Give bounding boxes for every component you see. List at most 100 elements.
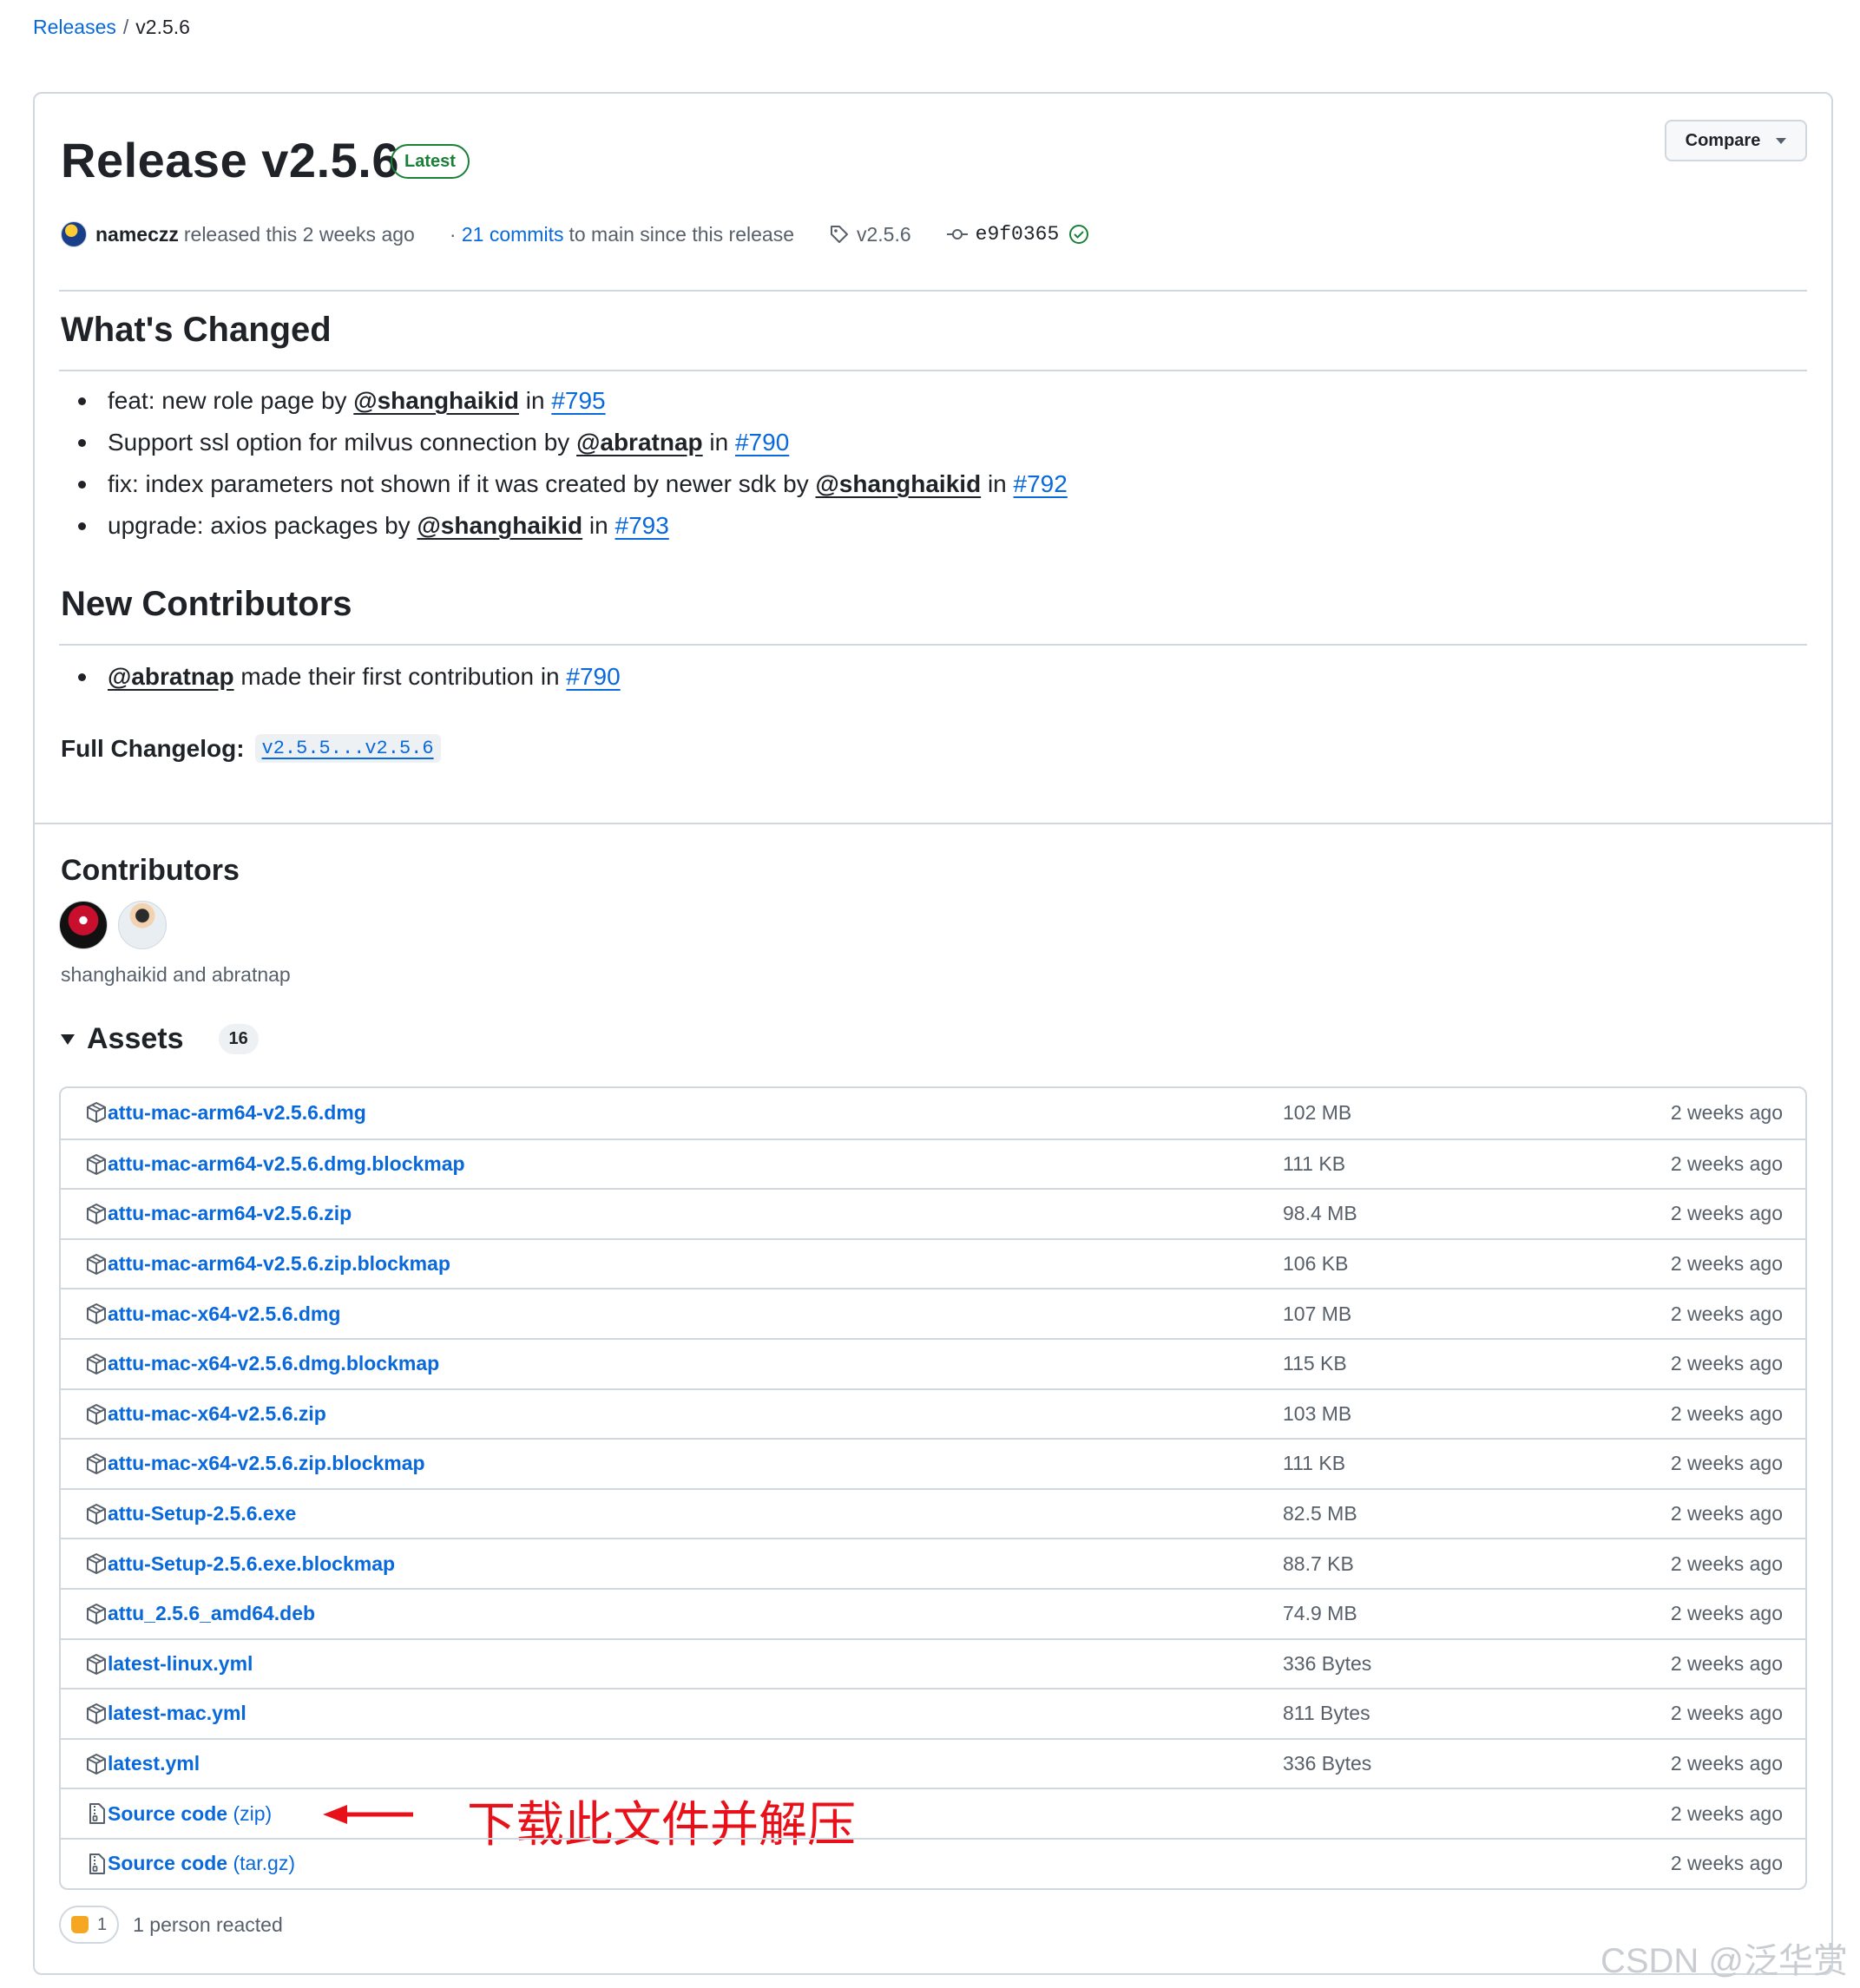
asset-size: 115 KB bbox=[1283, 1352, 1347, 1375]
asset-date: 2 weeks ago bbox=[1670, 1552, 1783, 1575]
asset-row: attu-Setup-2.5.6.exe 82.5 MB 2 weeks ago bbox=[61, 1487, 1805, 1539]
mention-link[interactable]: @abratnap bbox=[108, 663, 234, 690]
list-item: Support ssl option for milvus connection… bbox=[61, 422, 1068, 463]
author-link[interactable]: nameczz bbox=[95, 223, 179, 246]
whats-changed-list: feat: new role page by @shanghaikid in #… bbox=[61, 380, 1068, 547]
asset-link[interactable]: attu-mac-x64-v2.5.6.zip.blockmap bbox=[108, 1452, 425, 1475]
changelog-compare-link[interactable]: v2.5.5...v2.5.6 bbox=[254, 734, 441, 763]
asset-link-source-zip[interactable]: Source code (zip) bbox=[108, 1802, 272, 1826]
package-icon bbox=[87, 1653, 106, 1675]
check-circle-icon bbox=[1069, 225, 1089, 244]
breadcrumb: Releases / v2.5.6 bbox=[33, 16, 190, 39]
chevron-down-icon bbox=[1776, 137, 1787, 144]
asset-link[interactable]: attu-mac-arm64-v2.5.6.dmg bbox=[108, 1101, 366, 1125]
thumbs-up-reaction-button[interactable]: 1 bbox=[59, 1906, 120, 1944]
issue-link[interactable]: #792 bbox=[1014, 470, 1068, 497]
asset-size: 106 KB bbox=[1283, 1252, 1349, 1276]
whats-changed-divider bbox=[59, 370, 1807, 371]
asset-link[interactable]: attu-mac-x64-v2.5.6.dmg.blockmap bbox=[108, 1352, 439, 1375]
issue-link[interactable]: #795 bbox=[551, 387, 605, 414]
asset-size: 107 MB bbox=[1283, 1302, 1352, 1325]
package-icon bbox=[87, 1553, 106, 1575]
contributors-avatars bbox=[59, 901, 167, 949]
asset-row: attu-mac-arm64-v2.5.6.dmg.blockmap 111 KB… bbox=[61, 1138, 1805, 1189]
change-text: upgrade: axios packages by bbox=[108, 512, 411, 539]
issue-link[interactable]: #790 bbox=[735, 429, 789, 456]
asset-size: 74.9 MB bbox=[1283, 1602, 1357, 1625]
issue-link[interactable]: #793 bbox=[615, 512, 669, 539]
asset-link[interactable]: attu-mac-arm64-v2.5.6.dmg.blockmap bbox=[108, 1152, 465, 1176]
change-text: fix: index parameters not shown if it wa… bbox=[108, 470, 809, 497]
asset-size: 82.5 MB bbox=[1283, 1502, 1357, 1525]
asset-size: 98.4 MB bbox=[1283, 1202, 1357, 1225]
mention-link[interactable]: @abratnap bbox=[576, 429, 703, 456]
file-zip-icon bbox=[89, 1853, 105, 1874]
mention-link[interactable]: @shanghaikid bbox=[353, 387, 519, 414]
asset-link[interactable]: latest.yml bbox=[108, 1752, 200, 1775]
package-icon bbox=[87, 1253, 106, 1275]
commits-dot: · bbox=[449, 222, 462, 246]
assets-toggle[interactable]: Assets 16 bbox=[61, 1022, 259, 1056]
asset-link[interactable]: attu-Setup-2.5.6.exe.blockmap bbox=[108, 1552, 395, 1576]
list-item: fix: index parameters not shown if it wa… bbox=[61, 463, 1068, 505]
changelog-label: Full Changelog: bbox=[61, 734, 245, 762]
in-text: in bbox=[525, 387, 545, 414]
author-avatar[interactable] bbox=[61, 221, 87, 247]
contributors-names: shanghaikid and abratnap bbox=[61, 963, 291, 986]
asset-link[interactable]: latest-linux.yml bbox=[108, 1652, 253, 1676]
reactions-bar: 1 1 person reacted bbox=[59, 1906, 283, 1944]
reaction-count: 1 bbox=[97, 1914, 108, 1934]
package-icon bbox=[87, 1303, 106, 1325]
breadcrumb-releases-link[interactable]: Releases bbox=[33, 16, 116, 38]
asset-date: 2 weeks ago bbox=[1670, 1752, 1783, 1775]
avatar[interactable] bbox=[118, 901, 167, 949]
asset-link[interactable]: attu-mac-arm64-v2.5.6.zip.blockmap bbox=[108, 1252, 450, 1276]
asset-date: 2 weeks ago bbox=[1670, 1702, 1783, 1725]
red-arrow-annotation bbox=[323, 1805, 413, 1825]
asset-link[interactable]: attu-mac-arm64-v2.5.6.zip bbox=[108, 1202, 352, 1225]
asset-link[interactable]: attu_2.5.6_amd64.deb bbox=[108, 1602, 315, 1625]
commit-sha: e9f0365 bbox=[975, 223, 1060, 246]
release-title: Release v2.5.6 bbox=[61, 133, 399, 187]
asset-link[interactable]: latest-mac.yml bbox=[108, 1702, 246, 1725]
compare-button[interactable]: Compare bbox=[1665, 120, 1807, 161]
asset-size: 811 Bytes bbox=[1283, 1702, 1370, 1725]
list-item: @abratnap made their first contribution … bbox=[61, 656, 621, 698]
file-zip-icon bbox=[89, 1803, 105, 1825]
tag-group[interactable]: v2.5.6 bbox=[829, 223, 911, 246]
package-icon bbox=[87, 1453, 106, 1475]
asset-date: 2 weeks ago bbox=[1670, 1452, 1783, 1475]
asset-size: 103 MB bbox=[1283, 1401, 1352, 1425]
new-contributors-divider bbox=[59, 644, 1807, 646]
asset-link[interactable]: attu-mac-x64-v2.5.6.zip bbox=[108, 1402, 326, 1426]
asset-date: 2 weeks ago bbox=[1670, 1401, 1783, 1425]
asset-link[interactable]: attu-mac-x64-v2.5.6.dmg bbox=[108, 1302, 340, 1326]
triangle-down-icon bbox=[61, 1033, 75, 1045]
asset-link[interactable]: attu-Setup-2.5.6.exe bbox=[108, 1502, 296, 1525]
package-icon bbox=[87, 1503, 106, 1525]
mention-link[interactable]: @shanghaikid bbox=[417, 512, 582, 539]
asset-row: attu-mac-x64-v2.5.6.dmg 107 MB 2 weeks ago bbox=[61, 1288, 1805, 1338]
asset-row: attu-mac-arm64-v2.5.6.zip 98.4 MB 2 weeks … bbox=[61, 1188, 1805, 1238]
release-meta: nameczz released this 2 weeks ago · 21 c… bbox=[61, 217, 1097, 252]
avatar[interactable] bbox=[59, 901, 108, 949]
commit-group[interactable]: e9f0365 bbox=[946, 223, 1098, 246]
asset-size: 336 Bytes bbox=[1283, 1651, 1372, 1675]
watermark-text: CSDN @泛华赏 bbox=[1600, 1942, 1848, 1980]
commits-link[interactable]: 21 commits bbox=[462, 223, 564, 246]
git-commit-icon bbox=[946, 229, 968, 239]
asset-size: 88.7 KB bbox=[1283, 1552, 1354, 1575]
new-contributors-heading: New Contributors bbox=[61, 585, 352, 623]
asset-size: 111 KB bbox=[1283, 1151, 1346, 1175]
assets-count-badge: 16 bbox=[218, 1024, 259, 1054]
asset-row: attu-mac-arm64-v2.5.6.zip.blockmap 106 KB… bbox=[61, 1237, 1805, 1289]
in-text: in bbox=[709, 429, 729, 456]
reaction-summary: 1 person reacted bbox=[133, 1913, 283, 1936]
latest-badge: Latest bbox=[391, 144, 470, 179]
issue-link[interactable]: #790 bbox=[566, 663, 620, 690]
asset-date: 2 weeks ago bbox=[1670, 1651, 1783, 1675]
mention-link[interactable]: @shanghaikid bbox=[816, 470, 982, 497]
package-icon bbox=[87, 1153, 106, 1175]
asset-link-source-tar[interactable]: Source code (tar.gz) bbox=[108, 1852, 295, 1875]
asset-row-source-tar: Source code (tar.gz) 2 weeks ago bbox=[61, 1837, 1805, 1888]
